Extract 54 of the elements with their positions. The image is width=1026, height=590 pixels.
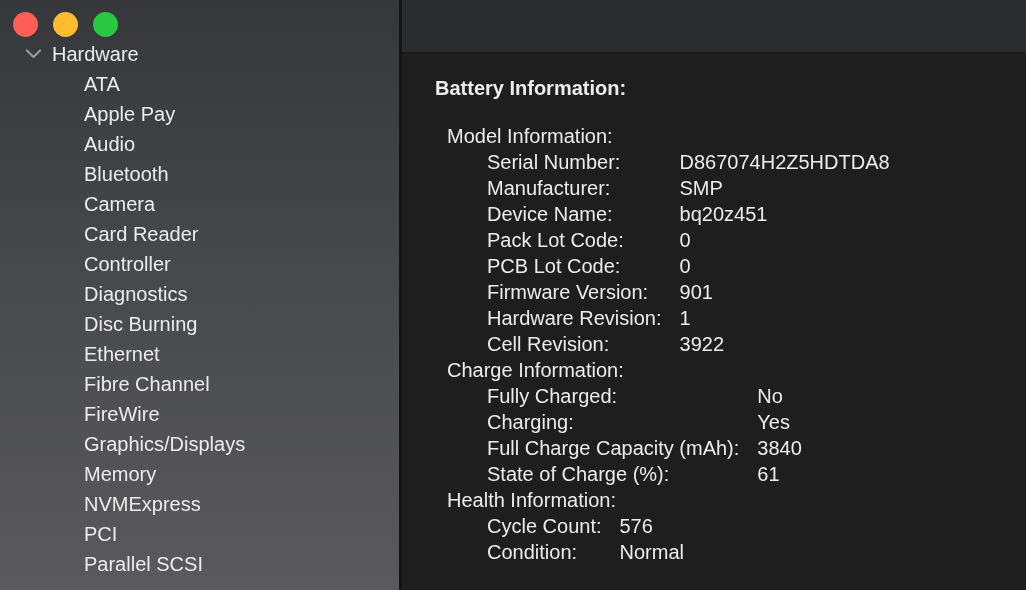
field-value: No	[757, 384, 784, 409]
sidebar-item[interactable]: Controller	[84, 252, 171, 276]
field-value: D867074H2Z5HDTDA8	[679, 150, 890, 175]
field-label: Fully Charged:	[487, 384, 619, 409]
sidebar-item[interactable]: Parallel SCSI	[84, 552, 203, 576]
field-label: State of Charge (%):	[487, 462, 671, 487]
field-label: Cell Revision:	[487, 332, 611, 357]
sidebar-item[interactable]: FireWire	[84, 402, 160, 426]
field-value: Yes	[757, 410, 791, 435]
close-button[interactable]	[13, 12, 38, 37]
sidebar-item[interactable]: NVMExpress	[84, 492, 201, 516]
sidebar-item[interactable]: ATA	[84, 72, 120, 96]
field-value: 61	[757, 462, 781, 487]
sidebar-item[interactable]: Card Reader	[84, 222, 199, 246]
field-label: PCB Lot Code:	[487, 254, 622, 279]
field-label: Hardware Revision:	[487, 306, 662, 331]
field-label: Charging:	[487, 410, 575, 435]
sidebar-item[interactable]: Fibre Channel	[84, 372, 210, 396]
sidebar-item[interactable]: Disc Burning	[84, 312, 198, 336]
sidebar-item[interactable]: Audio	[84, 132, 136, 156]
minimize-button[interactable]	[53, 12, 78, 37]
field-value: 1	[679, 306, 692, 331]
field-label: Cycle Count:	[487, 514, 602, 539]
field-value: 576	[619, 514, 654, 539]
sidebar-item[interactable]: Ethernet	[84, 342, 160, 366]
field-label: Full Charge Capacity (mAh):	[487, 436, 740, 461]
sidebar-item[interactable]: Memory	[84, 462, 157, 486]
chevron-icon[interactable]	[25, 48, 42, 60]
sidebar-item[interactable]: Camera	[84, 192, 156, 216]
group-heading: Charge Information:	[446, 358, 625, 383]
field-label: Serial Number:	[487, 150, 622, 175]
field-label: Device Name:	[487, 202, 614, 227]
sidebar-item[interactable]: Diagnostics	[84, 282, 188, 306]
section-title: Battery Information:	[435, 76, 628, 101]
field-label: Pack Lot Code:	[487, 228, 625, 253]
sidebar-item[interactable]: Graphics/Displays	[84, 432, 246, 456]
field-label: Condition:	[487, 540, 579, 565]
field-value: 0	[679, 228, 692, 253]
group-heading: Model Information:	[446, 124, 614, 149]
sidebar-item[interactable]: Bluetooth	[84, 162, 169, 186]
sidebar-item[interactable]: PCI	[84, 522, 118, 546]
sidebar-group[interactable]: Hardware	[52, 42, 139, 66]
field-value: Normal	[619, 540, 684, 565]
field-value: bq20z451	[679, 202, 769, 227]
field-value: 0	[679, 254, 692, 279]
zoom-button[interactable]	[93, 12, 118, 37]
field-label: Firmware Version:	[487, 280, 650, 305]
field-value: 3922	[679, 332, 725, 357]
field-value: 901	[679, 280, 714, 305]
field-value: SMP	[679, 176, 724, 201]
field-value: 3840	[757, 436, 802, 461]
group-heading: Health Information:	[446, 488, 617, 513]
sidebar-item[interactable]: Apple Pay	[84, 102, 176, 126]
field-label: Manufacturer:	[487, 176, 612, 201]
